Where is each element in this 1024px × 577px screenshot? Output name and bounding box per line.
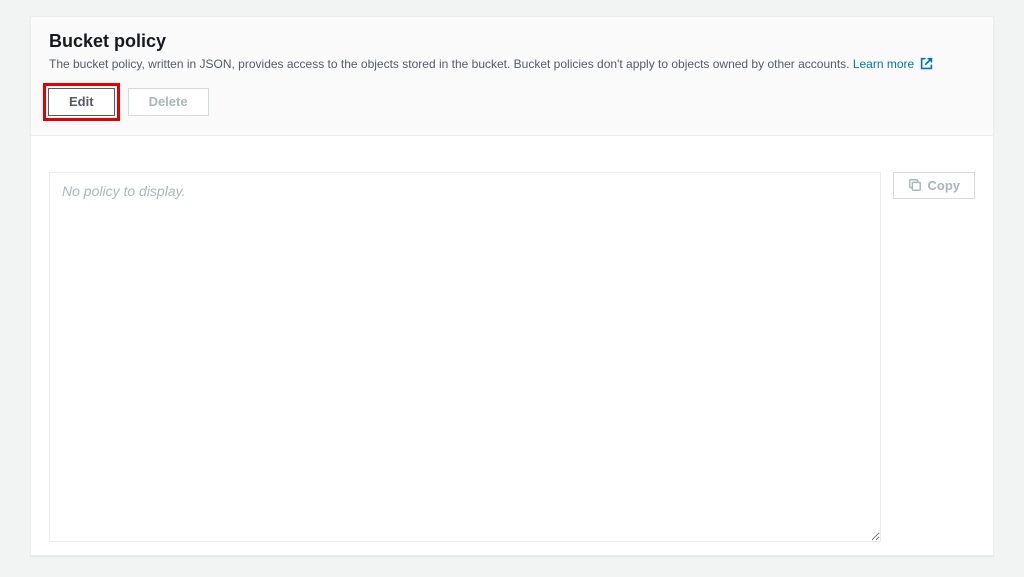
panel-header: Bucket policy The bucket policy, written…	[31, 17, 993, 136]
learn-more-link[interactable]: Learn more	[853, 57, 933, 71]
delete-button: Delete	[128, 88, 209, 116]
panel-body: No policy to display. Copy	[31, 136, 993, 560]
external-link-icon	[920, 57, 933, 75]
panel-description: The bucket policy, written in JSON, prov…	[49, 56, 975, 75]
panel-title: Bucket policy	[49, 31, 975, 52]
copy-label: Copy	[928, 178, 961, 193]
policy-textarea[interactable]: No policy to display.	[49, 172, 881, 542]
learn-more-text: Learn more	[853, 57, 914, 71]
edit-button[interactable]: Edit	[48, 88, 115, 116]
description-text: The bucket policy, written in JSON, prov…	[49, 57, 853, 71]
copy-button: Copy	[893, 172, 976, 199]
bucket-policy-panel: Bucket policy The bucket policy, written…	[30, 16, 994, 556]
edit-highlight: Edit	[43, 83, 120, 121]
copy-icon	[908, 178, 922, 192]
button-row: Edit Delete	[49, 83, 975, 121]
policy-placeholder: No policy to display.	[62, 183, 185, 199]
